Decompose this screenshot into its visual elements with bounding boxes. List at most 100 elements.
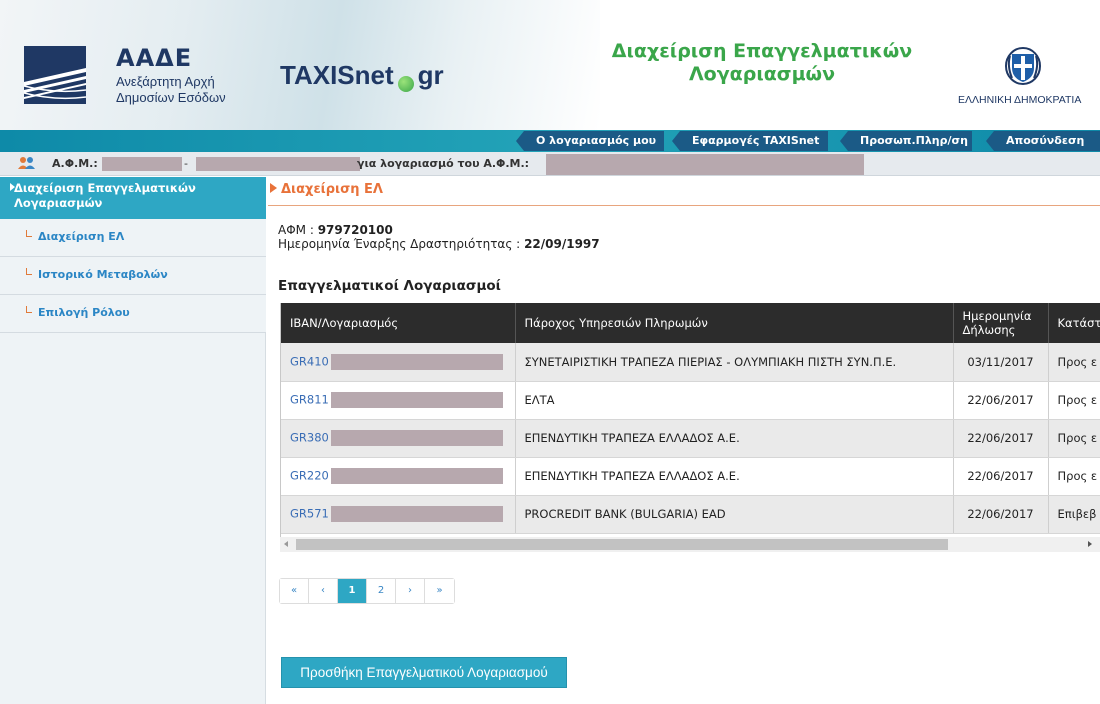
start-date-label: Ημερομηνία Έναρξης Δραστηριότητας : xyxy=(278,237,521,251)
afm-value: 979720100 xyxy=(317,223,393,237)
cell-iban[interactable]: GR571 xyxy=(281,495,516,534)
redacted-iban xyxy=(330,506,503,522)
scroll-right-icon[interactable] xyxy=(1088,541,1092,547)
users-icon xyxy=(18,157,35,169)
col-header-date-line1: Ημερομηνία xyxy=(962,309,1032,323)
page-1-button[interactable]: 1 xyxy=(338,579,367,603)
col-header-date-line2: Δήλωσης xyxy=(962,323,1016,337)
cell-status: Προς ε xyxy=(1048,419,1100,458)
table-row[interactable]: GR571 PROCREDIT BANK (BULGARIA) EAD 22/06/… xyxy=(281,495,1100,534)
iban-prefix[interactable]: GR811 xyxy=(290,393,329,407)
sidebar-item-history[interactable]: Ιστορικό Μεταβολών xyxy=(0,257,266,295)
scrollbar-thumb[interactable] xyxy=(296,539,948,550)
iban-prefix[interactable]: GR571 xyxy=(290,507,329,521)
sidebar-item-role[interactable]: Επιλογή Ρόλου xyxy=(0,295,266,333)
cell-status: Προς ε xyxy=(1048,457,1100,496)
table-row[interactable]: GR220 ΕΠΕΝΔΥΤΙΚΗ ΤΡΑΠΕΖΑ ΕΛΛΑΔΟΣ Α.Ε. 22/0… xyxy=(281,457,1100,496)
start-date-value: 22/09/1997 xyxy=(524,237,600,251)
afm-row: ΑΦΜ : 979720100 xyxy=(278,223,393,237)
add-account-button[interactable]: Προσθήκη Επαγγελματικού Λογαριασμού xyxy=(281,657,567,688)
redacted-behalf-afm xyxy=(546,154,864,175)
header: ΑΑΔΕ Ανεξάρτητη Αρχή Δημοσίων Εσόδων TAX… xyxy=(0,0,1100,132)
iban-prefix[interactable]: GR410 xyxy=(290,354,329,368)
taxisnet-logo-gr: gr xyxy=(417,60,444,90)
page-header-title: Διαχείριση Επαγγελματικών Λογαριασμών xyxy=(596,40,928,86)
col-header-iban[interactable]: IBAN/Λογαριασμός xyxy=(281,303,516,343)
nav-taxisnet-apps[interactable]: Εφαρμογές TAXISnet xyxy=(672,131,828,151)
col-header-status[interactable]: Κατάστ xyxy=(1048,303,1100,343)
accounts-table: IBAN/Λογαριασμός Πάροχος Υπηρεσιών Πληρω… xyxy=(281,303,1100,534)
triangle-right-icon xyxy=(270,183,277,193)
cell-date: 22/06/2017 xyxy=(953,381,1049,420)
sidebar-item-manage[interactable]: Διαχείριση ΕΛ xyxy=(0,219,266,257)
header-title-line2: Λογαριασμών xyxy=(688,63,836,85)
cell-date: 22/06/2017 xyxy=(953,457,1049,496)
section-title: Επαγγελματικοί Λογαριασμοί xyxy=(278,278,501,294)
cell-iban[interactable]: GR410 xyxy=(281,343,516,382)
cell-provider: PROCREDIT BANK (BULGARIA) EAD xyxy=(515,495,954,534)
cell-iban[interactable]: GR811 xyxy=(281,381,516,420)
table-row[interactable]: GR811 ΕΛΤΑ 22/06/2017 Προς ε xyxy=(281,381,1100,420)
aade-name: ΑΑΔΕ xyxy=(116,44,193,72)
corner-arrow-icon xyxy=(26,268,32,275)
cell-status: Προς ε xyxy=(1048,381,1100,420)
redacted-iban xyxy=(330,392,503,408)
sidebar-item-label: Επιλογή Ρόλου xyxy=(38,306,130,319)
iban-prefix[interactable]: GR380 xyxy=(290,431,329,445)
cell-status: Προς ε xyxy=(1048,343,1100,382)
cell-provider: ΕΛΤΑ xyxy=(515,381,954,420)
redacted-name xyxy=(196,157,360,171)
nav-logout[interactable]: Αποσύνδεση xyxy=(986,131,1100,151)
page-next-button[interactable]: › xyxy=(396,579,425,603)
cell-iban[interactable]: GR220 xyxy=(281,457,516,496)
taxisnet-logo[interactable]: TAXISnet gr xyxy=(280,60,444,92)
redacted-iban xyxy=(330,468,503,484)
nav-personal-info[interactable]: Προσωπ.Πληρ/ση xyxy=(840,131,972,151)
cell-date: 22/06/2017 xyxy=(953,495,1049,534)
sidebar-header[interactable]: Διαχείριση Επαγγελματικών Λογαριασμών xyxy=(0,177,266,219)
col-header-date[interactable]: Ημερομηνία Δήλωσης xyxy=(953,303,1049,343)
aade-subtitle-line2: Δημοσίων Εσόδων xyxy=(116,90,226,105)
page-last-button[interactable]: » xyxy=(425,579,454,603)
afm-label: ΑΦΜ : xyxy=(278,223,314,237)
horizontal-scrollbar[interactable] xyxy=(280,537,1100,552)
aade-subtitle-line1: Ανεξάρτητη Αρχή xyxy=(116,74,215,89)
gov-label: ΕΛΛΗΝΙΚΗ ΔΗΜΟΚΡΑΤΙΑ xyxy=(958,94,1082,106)
taxisnet-dot-icon xyxy=(397,76,414,92)
nav-my-account[interactable]: Ο λογαριασμός μου xyxy=(516,131,664,151)
header-title-line1: Διαχείριση Επαγγελματικών xyxy=(611,40,913,62)
pagination: « ‹ 1 2 › » xyxy=(279,578,455,604)
col-header-provider[interactable]: Πάροχος Υπηρεσιών Πληρωμών xyxy=(515,303,954,343)
page-first-button[interactable]: « xyxy=(280,579,309,603)
scroll-left-icon[interactable] xyxy=(284,541,288,547)
divider xyxy=(268,205,1100,206)
sidebar-header-label: Διαχείριση Επαγγελματικών Λογαριασμών xyxy=(14,181,196,210)
cell-provider: ΣΥΝΕΤΑΙΡΙΣΤΙΚΗ ΤΡΑΠΕΖΑ ΠΙΕΡΙΑΣ - ΟΛΥΜΠΙΑ… xyxy=(515,343,954,382)
taxisnet-logo-text: TAXISnet xyxy=(280,60,394,90)
iban-prefix[interactable]: GR220 xyxy=(290,469,329,483)
redacted-afm xyxy=(102,157,182,171)
breadcrumb-label: Διαχείριση ΕΛ xyxy=(281,182,383,197)
on-behalf-label: για λογαριασμό του Α.Φ.Μ.: xyxy=(357,157,530,170)
table-row[interactable]: GR410 ΣΥΝΕΤΑΙΡΙΣΤΙΚΗ ΤΡΑΠΕΖΑ ΠΙΕΡΙΑΣ - ΟΛ… xyxy=(281,343,1100,382)
greek-emblem-icon xyxy=(1005,47,1041,85)
page: ΑΑΔΕ Ανεξάρτητη Αρχή Δημοσίων Εσόδων TAX… xyxy=(0,0,1100,704)
cell-provider: ΕΠΕΝΔΥΤΙΚΗ ΤΡΑΠΕΖΑ ΕΛΛΑΔΟΣ Α.Ε. xyxy=(515,419,954,458)
corner-arrow-icon xyxy=(26,230,32,237)
sidebar-item-label: Διαχείριση ΕΛ xyxy=(38,230,125,243)
redacted-iban xyxy=(330,430,503,446)
cell-provider: ΕΠΕΝΔΥΤΙΚΗ ΤΡΑΠΕΖΑ ΕΛΛΑΔΟΣ Α.Ε. xyxy=(515,457,954,496)
aade-logo-icon xyxy=(24,46,86,104)
table-row[interactable]: GR380 ΕΠΕΝΔΥΤΙΚΗ ΤΡΑΠΕΖΑ ΕΛΛΑΔΟΣ Α.Ε. 22/0… xyxy=(281,419,1100,458)
cell-date: 22/06/2017 xyxy=(953,419,1049,458)
sidebar-item-label: Ιστορικό Μεταβολών xyxy=(38,268,168,281)
start-date-row: Ημερομηνία Έναρξης Δραστηριότητας : 22/0… xyxy=(278,237,600,251)
page-prev-button[interactable]: ‹ xyxy=(309,579,338,603)
breadcrumb: Διαχείριση ΕΛ xyxy=(270,182,383,197)
cell-date: 03/11/2017 xyxy=(953,343,1049,382)
cell-status: Επιβεβ xyxy=(1048,495,1100,534)
redacted-iban xyxy=(330,353,503,370)
triangle-right-icon xyxy=(10,183,15,191)
page-2-button[interactable]: 2 xyxy=(367,579,396,603)
cell-iban[interactable]: GR380 xyxy=(281,419,516,458)
